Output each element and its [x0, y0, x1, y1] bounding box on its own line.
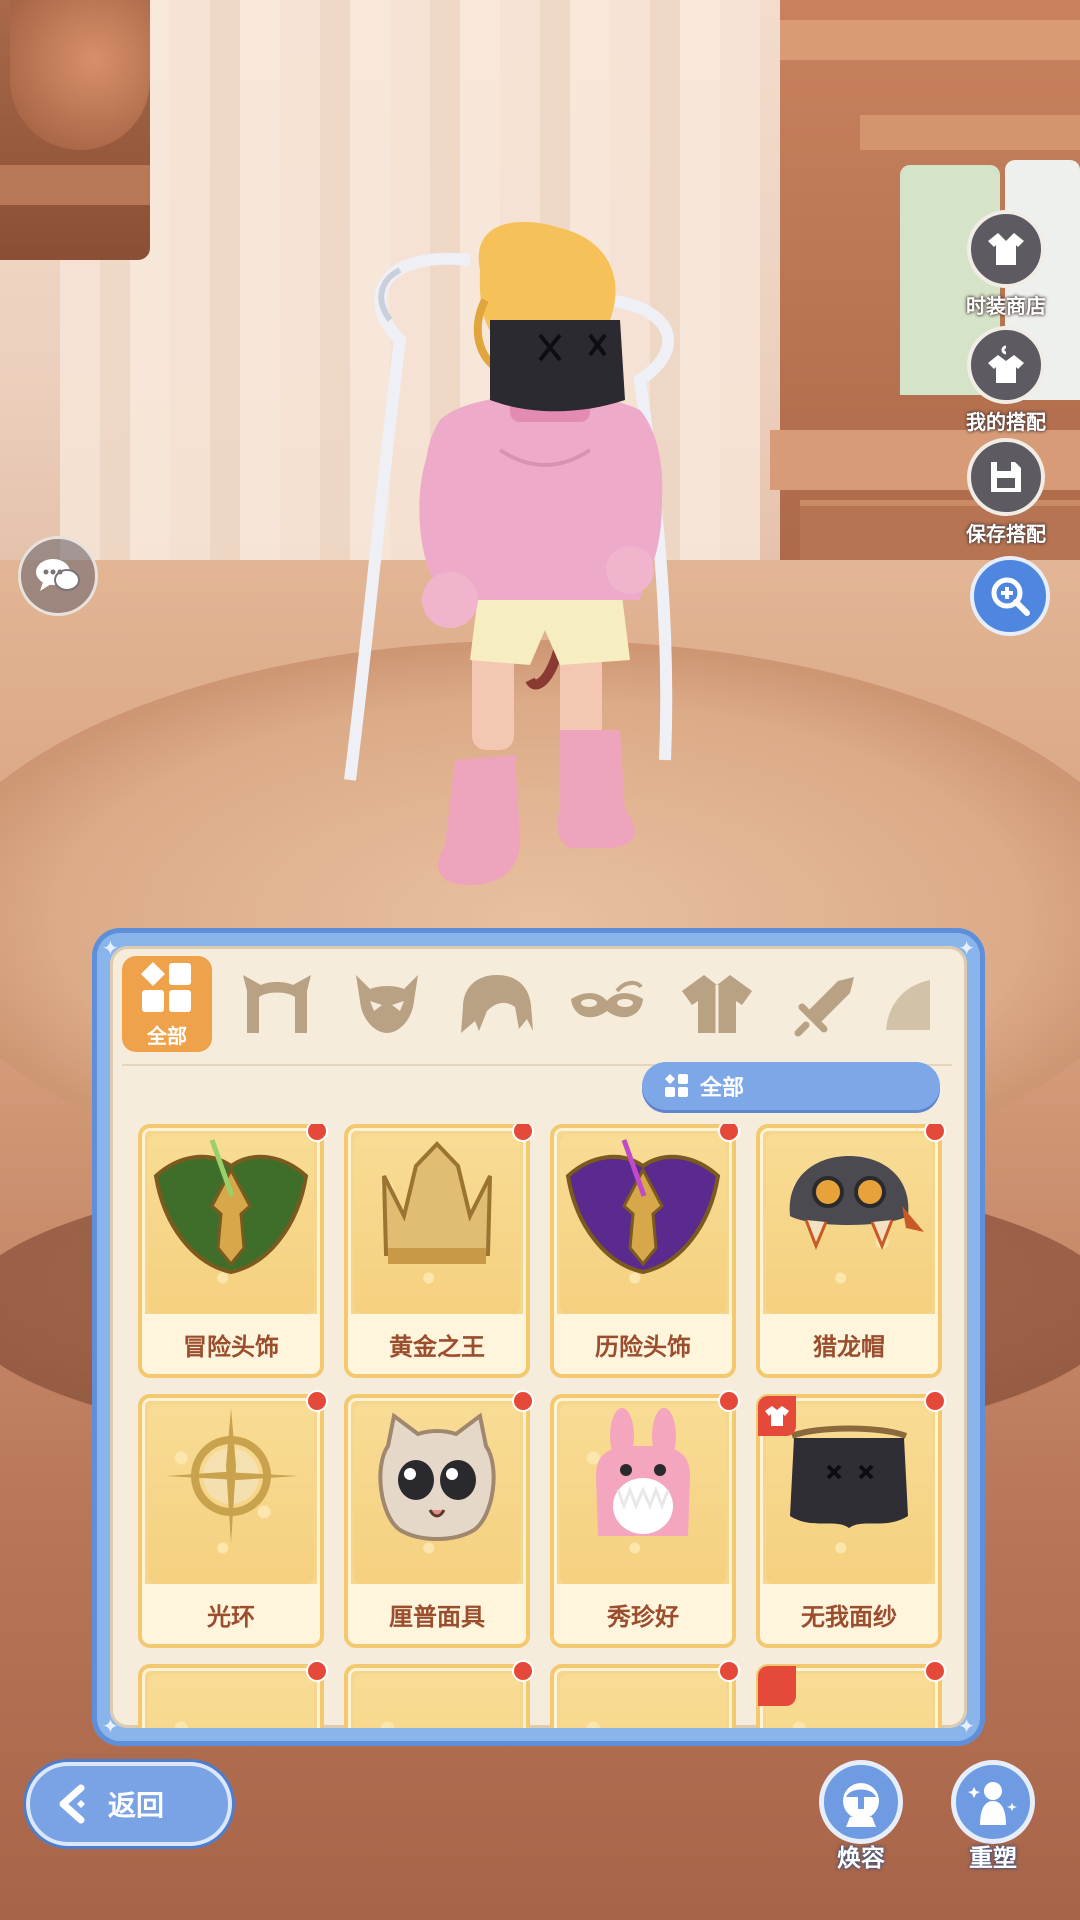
item-name: 厘普面具: [348, 1584, 526, 1644]
item-card[interactable]: [138, 1660, 328, 1728]
equipped-tag: [758, 1396, 796, 1436]
tab-clothing[interactable]: [672, 956, 762, 1052]
new-badge: [512, 1124, 534, 1142]
item-name: 黄金之王: [348, 1314, 526, 1374]
new-badge: [306, 1124, 328, 1142]
cat-ears-icon: [243, 975, 311, 1033]
makeover-label: 焕容: [837, 1844, 885, 1872]
save-icon: [991, 462, 1021, 492]
tab-headwear[interactable]: [232, 956, 322, 1052]
dragon-hat-icon: [789, 1156, 924, 1251]
bunny-hat-icon: [596, 1408, 690, 1536]
new-badge: [512, 1660, 534, 1682]
save-outfit-label: 保存搭配: [966, 522, 1046, 546]
fashion-shop-button[interactable]: 时装商店: [946, 210, 1066, 319]
tab-all-label: 全部: [147, 1023, 187, 1048]
new-badge: [924, 1124, 946, 1142]
tab-hair[interactable]: [452, 956, 542, 1052]
category-tabs: 全部: [122, 956, 962, 1056]
new-badge: [718, 1660, 740, 1682]
mask-icon: [356, 975, 418, 1033]
item-name: 猎龙帽: [760, 1314, 938, 1374]
wardrobe-panel: ✦ ✦ ✦ ✦ 全部 全部 冒险头饰 黄金之王 历险头饰 猎龙帽 光环 厘普面具…: [92, 928, 985, 1746]
item-card[interactable]: 无我面纱: [756, 1390, 946, 1648]
new-badge: [924, 1390, 946, 1412]
item-card[interactable]: 厘普面具: [344, 1390, 534, 1648]
item-name: 秀珍好: [554, 1584, 732, 1644]
chat-bubble-icon: [36, 559, 80, 591]
equipped-tag: [758, 1666, 796, 1706]
reshape-button[interactable]: 重塑: [938, 1760, 1048, 1873]
clothes-icon: [988, 233, 1024, 265]
green-helmet-icon: [153, 1139, 309, 1275]
item-card[interactable]: 猎龙帽: [756, 1124, 946, 1378]
item-card[interactable]: [550, 1660, 740, 1728]
item-name: 无我面纱: [760, 1584, 938, 1644]
eye-mask-icon: [571, 980, 643, 1018]
back-button[interactable]: 返回: [26, 1762, 232, 1846]
item-name: 历险头饰: [554, 1314, 732, 1374]
wing-icon: [886, 980, 930, 1030]
tab-wings[interactable]: [882, 956, 962, 1052]
item-card[interactable]: [344, 1660, 534, 1728]
new-badge: [718, 1390, 740, 1412]
chat-button[interactable]: [18, 536, 98, 616]
zoom-button[interactable]: [970, 556, 1050, 636]
item-card[interactable]: 冒险头饰: [138, 1124, 328, 1378]
face-icon: [843, 1783, 879, 1827]
item-card[interactable]: 黄金之王: [344, 1124, 534, 1378]
halo-icon: [166, 1408, 298, 1544]
wardrobe-inner: 全部 全部 冒险头饰 黄金之王 历险头饰 猎龙帽 光环 厘普面具 秀珍好 无我面…: [110, 946, 967, 1728]
zoom-in-icon: [991, 577, 1030, 616]
my-outfits-label: 我的搭配: [966, 410, 1046, 434]
item-card[interactable]: 秀珍好: [550, 1390, 740, 1648]
filter-dropdown[interactable]: 全部: [642, 1062, 940, 1110]
item-grid: 冒险头饰 黄金之王 历险头饰 猎龙帽 光环 厘普面具 秀珍好 无我面纱: [138, 1124, 958, 1728]
sword-icon: [794, 977, 854, 1037]
item-card[interactable]: 历险头饰: [550, 1124, 740, 1378]
item-card[interactable]: 光环: [138, 1390, 328, 1648]
purple-helmet-icon: [565, 1139, 721, 1275]
back-label: 返回: [108, 1789, 165, 1822]
new-badge: [306, 1390, 328, 1412]
save-outfit-button[interactable]: 保存搭配: [946, 438, 1066, 547]
new-badge: [718, 1124, 740, 1142]
back-arrow-icon: [48, 1779, 98, 1829]
tab-weapon[interactable]: [782, 956, 872, 1052]
reshape-label: 重塑: [969, 1844, 1017, 1872]
makeover-button[interactable]: 焕容: [806, 1760, 916, 1873]
hanger-shirt-icon: [988, 345, 1024, 383]
fashion-shop-label: 时装商店: [966, 294, 1046, 318]
item-name: 冒险头饰: [142, 1314, 320, 1374]
new-badge: [924, 1660, 946, 1682]
player-character[interactable]: [0, 0, 1080, 900]
item-name: 光环: [142, 1584, 320, 1644]
gold-crown-icon: [382, 1141, 492, 1264]
cat-mask-icon: [378, 1412, 496, 1541]
grid-icon: [141, 961, 191, 1012]
shirt-icon: [765, 1406, 789, 1426]
new-badge: [512, 1390, 534, 1412]
tab-all[interactable]: 全部: [122, 956, 212, 1052]
tab-face[interactable]: [342, 956, 432, 1052]
my-outfits-button[interactable]: 我的搭配: [946, 326, 1066, 435]
grid-icon: [665, 1074, 688, 1097]
filter-label: 全部: [700, 1076, 745, 1101]
body-icon: [968, 1782, 1017, 1825]
tab-eyewear[interactable]: [562, 956, 652, 1052]
item-card[interactable]: [756, 1660, 946, 1728]
new-badge: [306, 1660, 328, 1682]
clothing-icon: [682, 975, 752, 1033]
hair-icon: [461, 975, 533, 1033]
